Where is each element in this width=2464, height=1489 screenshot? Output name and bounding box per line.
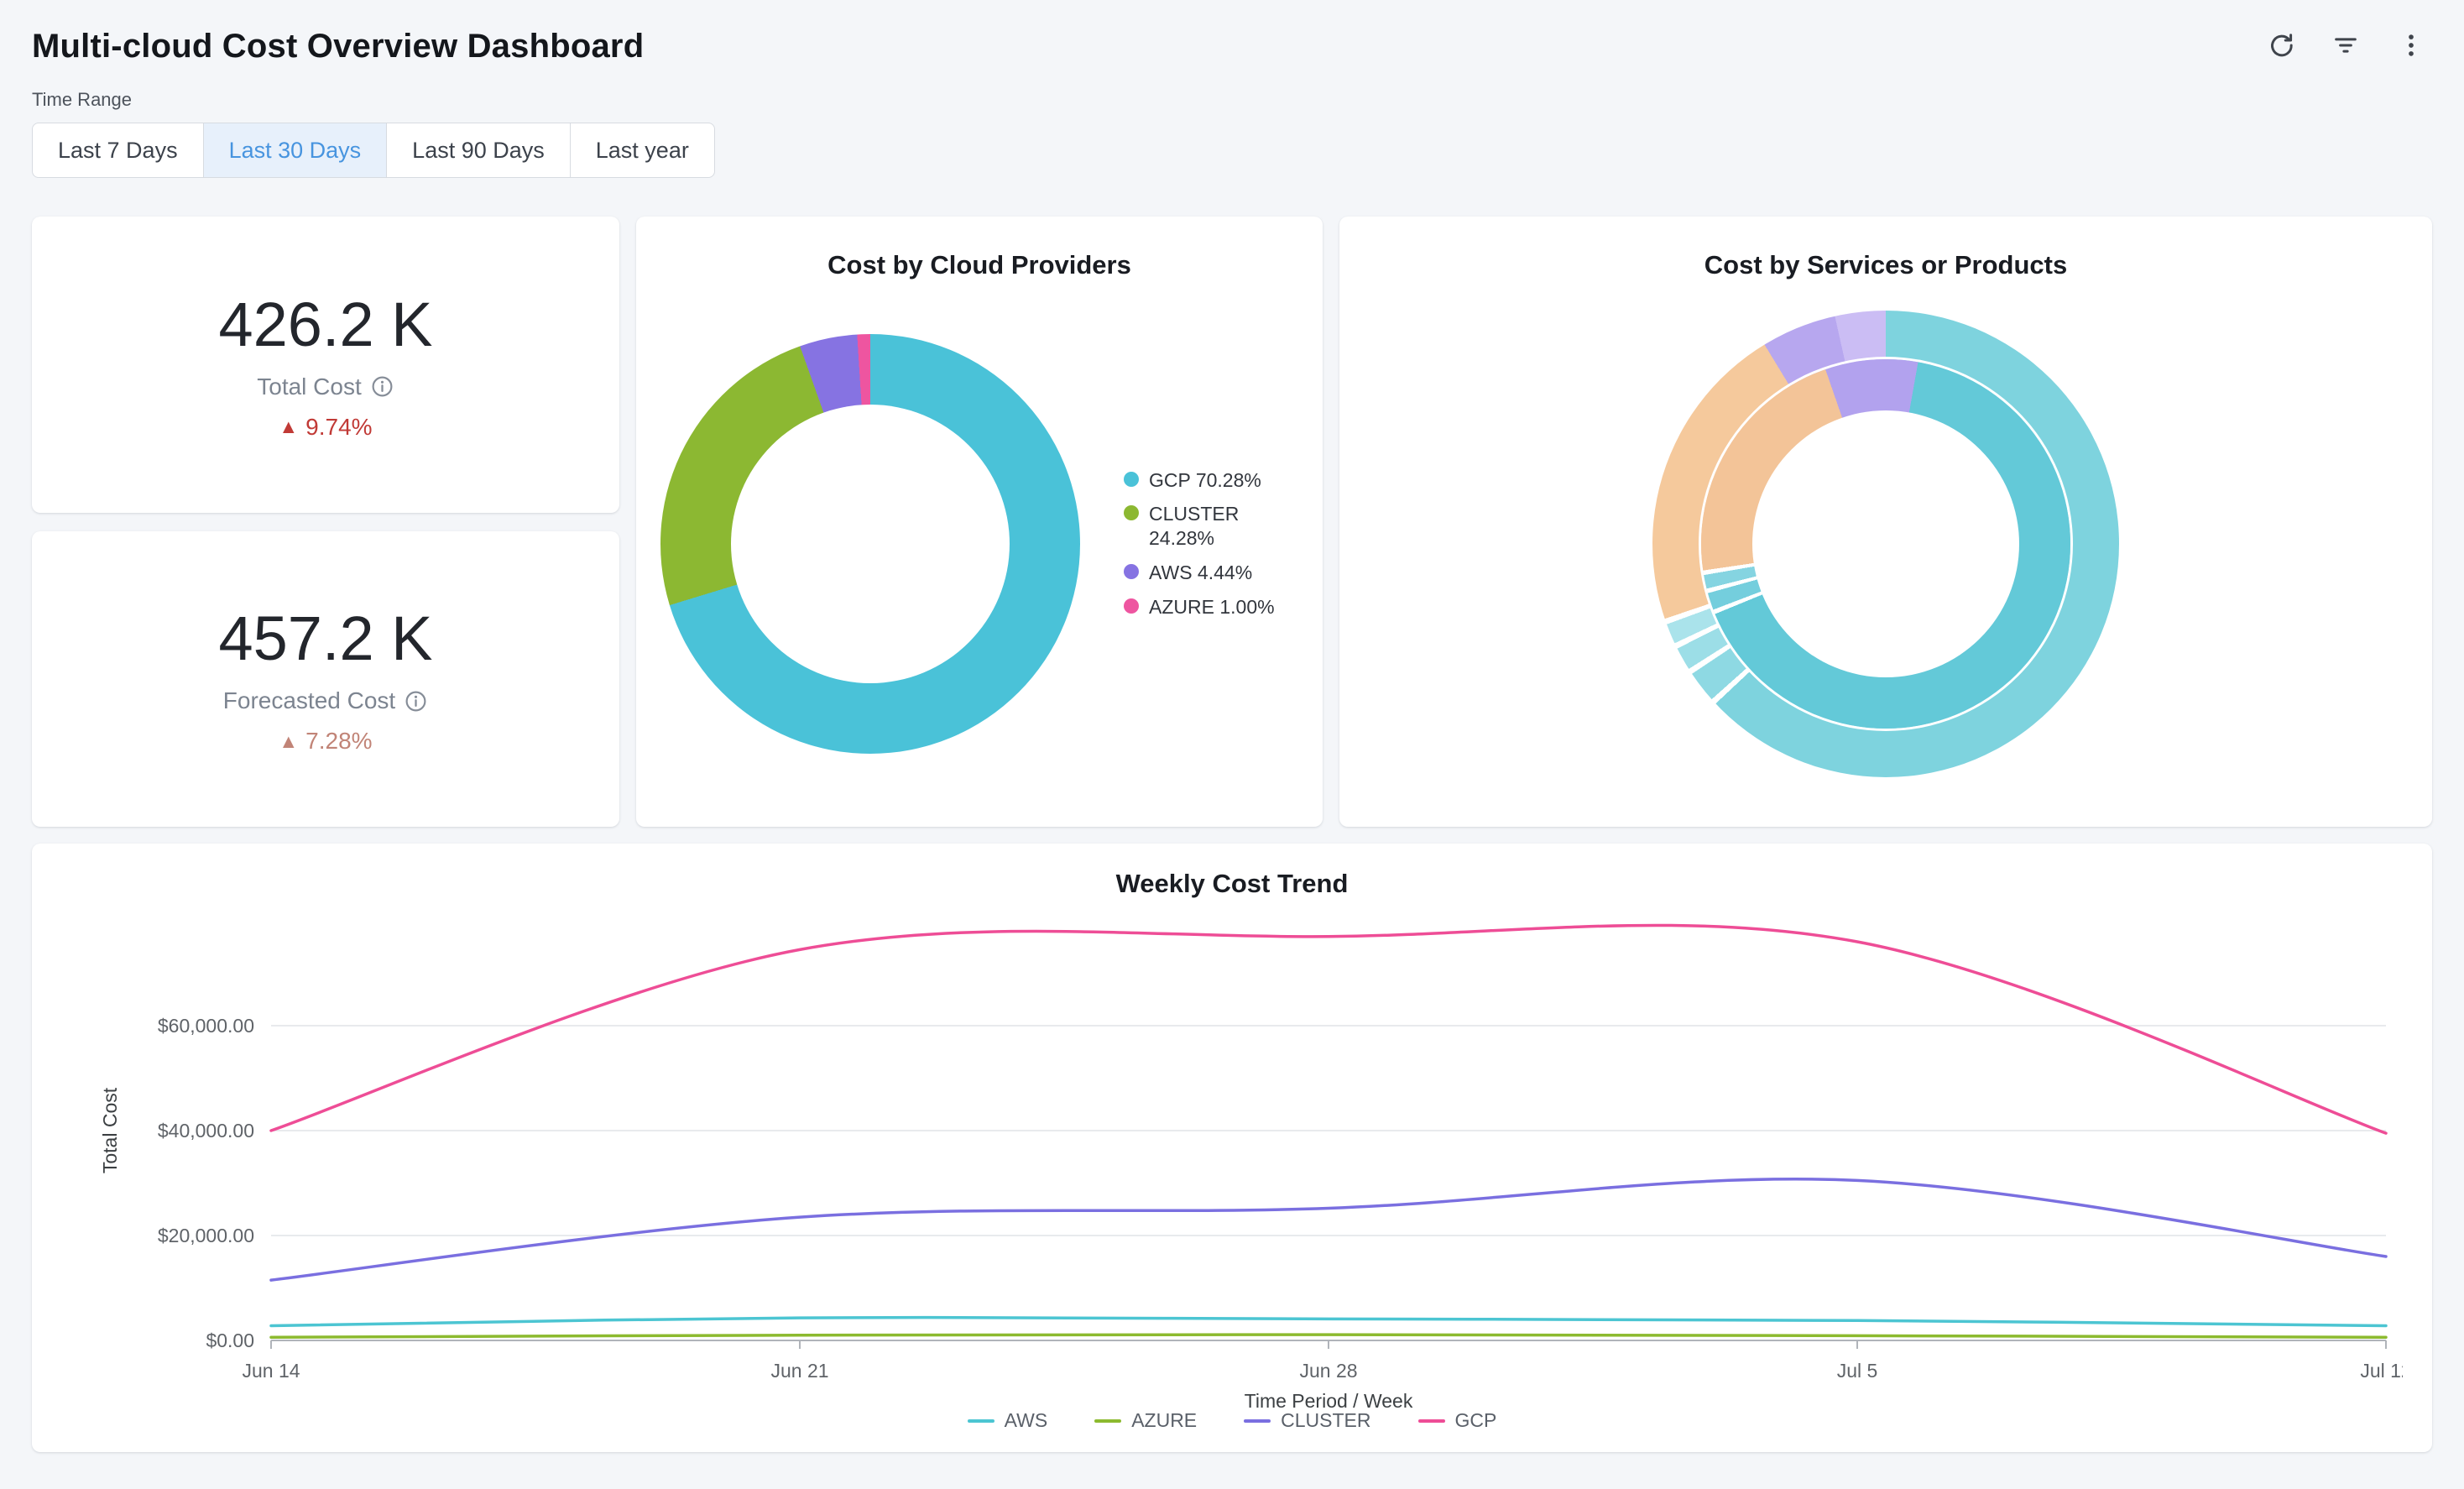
delta-up-icon: ▲ xyxy=(279,732,298,751)
legend-label: AZURE xyxy=(1131,1409,1197,1432)
cost-by-provider-card: Cost by Cloud Providers GCP 70.28% CLUST… xyxy=(636,217,1323,827)
total-cost-value: 426.2 K xyxy=(218,289,432,360)
provider-donut-chart[interactable] xyxy=(660,334,1080,754)
legend-line-swatch xyxy=(1094,1419,1121,1423)
legend-dot xyxy=(1124,505,1139,520)
legend-dot xyxy=(1124,472,1139,487)
trend-legend-item-azure[interactable]: AZURE xyxy=(1094,1409,1197,1432)
legend-dot xyxy=(1124,598,1139,614)
legend-label: GCP xyxy=(1455,1409,1497,1432)
legend-label: CLUSTER 24.28% xyxy=(1149,502,1298,551)
filter-button[interactable] xyxy=(2325,24,2367,69)
page-title: Multi-cloud Cost Overview Dashboard xyxy=(32,28,644,65)
legend-label: AWS xyxy=(1005,1409,1048,1432)
time-range-selector: Last 7 Days Last 30 Days Last 90 Days La… xyxy=(32,123,715,178)
legend-item-gcp[interactable]: GCP 70.28% xyxy=(1124,468,1298,493)
donut-hole xyxy=(731,405,1010,683)
filter-icon xyxy=(2331,31,2360,62)
forecasted-cost-card: 457.2 K Forecasted Cost ▲ 7.28% xyxy=(32,531,619,828)
legend-line-swatch xyxy=(1418,1419,1445,1423)
header-actions xyxy=(2259,24,2432,69)
legend-label: CLUSTER xyxy=(1281,1409,1370,1432)
trend-chart-title: Weekly Cost Trend xyxy=(1116,869,1349,899)
weekly-trend-svg[interactable]: $0.00 $20,000.00 $40,000.00 $60,000.00 Jun 1… xyxy=(61,904,2403,1408)
legend-item-azure[interactable]: AZURE 1.00% xyxy=(1124,595,1298,619)
provider-legend: GCP 70.28% CLUSTER 24.28% AWS 4.44% AZUR… xyxy=(1124,468,1298,619)
legend-label: AZURE 1.00% xyxy=(1149,595,1275,619)
svg-text:$20,000.00: $20,000.00 xyxy=(158,1225,254,1246)
svg-text:$40,000.00: $40,000.00 xyxy=(158,1120,254,1142)
refresh-button[interactable] xyxy=(2259,24,2301,69)
trend-legend-item-gcp[interactable]: GCP xyxy=(1418,1409,1497,1432)
header: Multi-cloud Cost Overview Dashboard xyxy=(32,13,2432,79)
svg-text:Jun 21: Jun 21 xyxy=(770,1360,828,1382)
svg-text:Total Cost: Total Cost xyxy=(99,1087,121,1173)
info-icon[interactable] xyxy=(404,689,428,713)
legend-item-cluster[interactable]: CLUSTER 24.28% xyxy=(1124,502,1298,551)
legend-label: GCP 70.28% xyxy=(1149,468,1261,493)
time-range-option-last-30-days[interactable]: Last 30 Days xyxy=(203,123,388,178)
legend-label: AWS 4.44% xyxy=(1149,561,1252,585)
services-chart-area xyxy=(1360,280,2412,807)
trend-legend-item-aws[interactable]: AWS xyxy=(968,1409,1048,1432)
total-cost-delta-value: 9.74% xyxy=(305,414,372,441)
total-cost-label: Total Cost xyxy=(257,374,362,400)
time-range-option-last-90-days[interactable]: Last 90 Days xyxy=(386,123,571,178)
time-range-option-last-7-days[interactable]: Last 7 Days xyxy=(32,123,204,178)
svg-text:Jul 5: Jul 5 xyxy=(1837,1360,1878,1382)
forecasted-cost-delta-value: 7.28% xyxy=(305,728,372,755)
services-chart-title: Cost by Services or Products xyxy=(1360,250,2412,280)
more-options-button[interactable] xyxy=(2390,24,2432,69)
trend-legend-item-cluster[interactable]: CLUSTER xyxy=(1244,1409,1370,1432)
sunburst-hole xyxy=(1755,413,2017,675)
total-cost-delta: ▲ 9.74% xyxy=(279,414,372,441)
svg-text:$60,000.00: $60,000.00 xyxy=(158,1015,254,1037)
time-range-option-last-year[interactable]: Last year xyxy=(570,123,715,178)
svg-text:$0.00: $0.00 xyxy=(206,1330,254,1351)
provider-chart-area: GCP 70.28% CLUSTER 24.28% AWS 4.44% AZUR… xyxy=(656,280,1302,807)
trend-legend: AWS AZURE CLUSTER GCP xyxy=(968,1409,1497,1432)
info-icon[interactable] xyxy=(370,374,394,399)
kpi-column: 426.2 K Total Cost ▲ 9.74% 457.2 K Forec… xyxy=(32,217,619,827)
svg-text:Jul 12: Jul 12 xyxy=(2360,1360,2403,1382)
top-row: 426.2 K Total Cost ▲ 9.74% 457.2 K Forec… xyxy=(32,217,2432,827)
delta-up-icon: ▲ xyxy=(279,417,298,436)
legend-line-swatch xyxy=(968,1419,994,1423)
dashboard-page: Multi-cloud Cost Overview Dashboard Time… xyxy=(0,0,2464,1477)
total-cost-card: 426.2 K Total Cost ▲ 9.74% xyxy=(32,217,619,513)
refresh-icon xyxy=(2266,31,2294,62)
cost-by-services-card: Cost by Services or Products xyxy=(1339,217,2432,827)
svg-text:Jun 28: Jun 28 xyxy=(1299,1360,1357,1382)
kebab-menu-icon xyxy=(2397,31,2425,62)
forecasted-cost-delta: ▲ 7.28% xyxy=(279,728,372,755)
weekly-cost-trend-card: Weekly Cost Trend $0.00 $20,000.00 $40,000… xyxy=(32,844,2432,1452)
svg-text:Time Period / Week: Time Period / Week xyxy=(1245,1390,1413,1408)
legend-line-swatch xyxy=(1244,1419,1271,1423)
forecasted-cost-label: Forecasted Cost xyxy=(223,687,395,714)
provider-chart-title: Cost by Cloud Providers xyxy=(656,250,1302,280)
legend-dot xyxy=(1124,564,1139,579)
svg-text:Jun 14: Jun 14 xyxy=(242,1360,300,1382)
time-range-label: Time Range xyxy=(32,89,2432,111)
forecasted-cost-value: 457.2 K xyxy=(218,603,432,674)
legend-item-aws[interactable]: AWS 4.44% xyxy=(1124,561,1298,585)
services-sunburst-chart[interactable] xyxy=(1652,311,2119,777)
